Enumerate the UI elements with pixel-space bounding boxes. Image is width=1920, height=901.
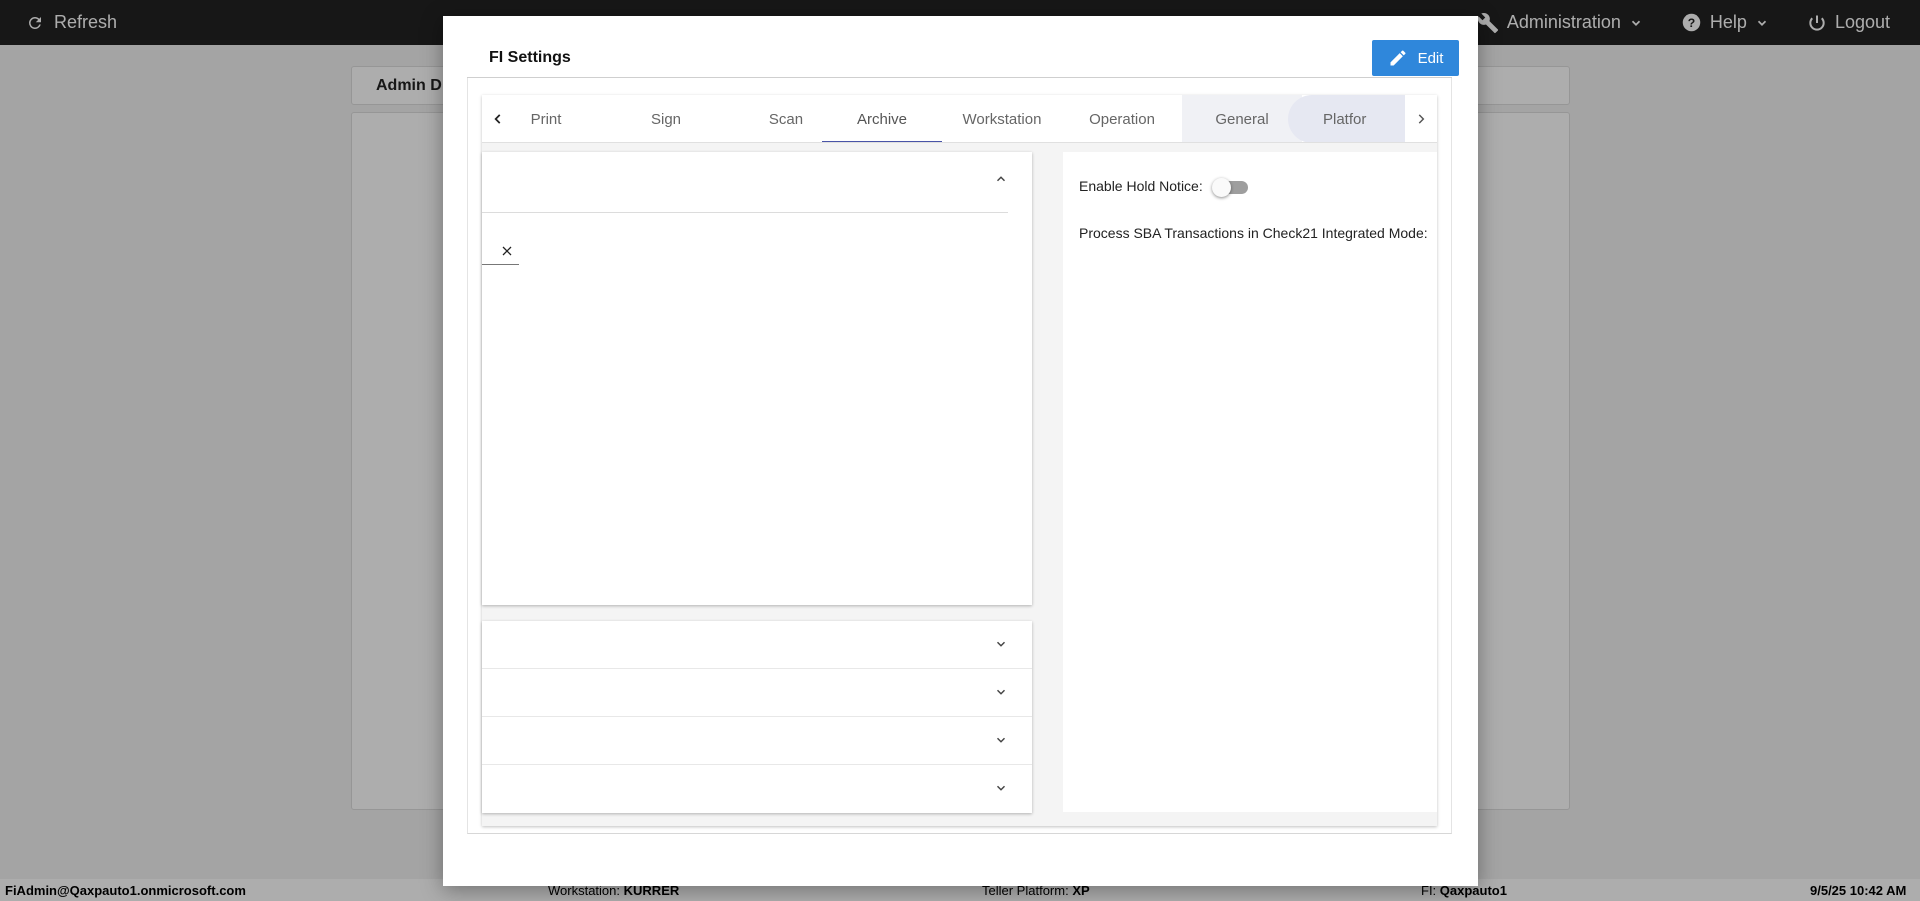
tab-archive[interactable]: Archive (822, 95, 942, 142)
close-icon (502, 246, 512, 255)
section-divider (482, 212, 1008, 213)
collapse-section-toggle[interactable] (994, 172, 1008, 191)
collapsed-section-row[interactable] (482, 669, 1032, 717)
edit-label: Edit (1417, 49, 1444, 67)
tab-platform[interactable]: Platfor (1288, 95, 1408, 142)
tab-workstation[interactable]: Workstation (942, 95, 1062, 142)
hold-notice-toggle[interactable] (1212, 177, 1248, 197)
chevron-up-icon (996, 176, 1006, 182)
expanded-section (482, 152, 1032, 605)
tab-scroll-right[interactable] (1405, 95, 1437, 142)
hold-notice-label: Enable Hold Notice: (1079, 178, 1203, 194)
chevron-down-icon (996, 689, 1006, 695)
sba-integrated-mode-label: Process SBA Transactions in Check21 Inte… (1079, 225, 1428, 241)
collapsed-section-row[interactable] (482, 621, 1032, 669)
tab-general[interactable]: General (1182, 95, 1302, 142)
collapsed-section-row[interactable] (482, 717, 1032, 765)
dialog-title: FI Settings (489, 49, 571, 66)
tab-scroll-left[interactable] (482, 95, 514, 142)
chevron-down-icon (996, 641, 1006, 647)
tab-sign[interactable]: Sign (606, 95, 726, 142)
chevron-left-icon (494, 114, 501, 124)
clear-selection-button[interactable] (482, 237, 519, 265)
fi-settings-dialog: FI Settings Edit Print Sign Scan Archive… (443, 16, 1478, 886)
tab-operation[interactable]: Operation (1062, 95, 1182, 142)
edit-button[interactable]: Edit (1372, 40, 1459, 76)
pencil-icon (1390, 50, 1406, 66)
collapsed-section-row[interactable] (482, 765, 1032, 813)
toggle-thumb (1212, 178, 1231, 197)
chevron-down-icon (996, 785, 1006, 791)
chevron-down-icon (996, 737, 1006, 743)
chevron-right-icon (1418, 114, 1425, 124)
tab-bar: Print Sign Scan Archive Workstation Oper… (482, 95, 1437, 143)
collapsed-sections (482, 621, 1032, 813)
settings-tabs-card: Print Sign Scan Archive Workstation Oper… (482, 95, 1437, 826)
settings-options-panel: Enable Hold Notice: Process SBA Transact… (1063, 152, 1437, 812)
